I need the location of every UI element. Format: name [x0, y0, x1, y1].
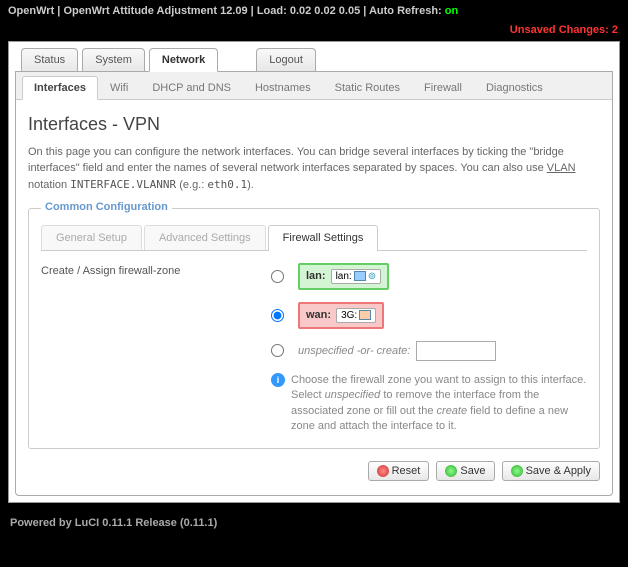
save-button[interactable]: Save	[436, 461, 494, 481]
firewall-zone-field: lan: lan:⊚ wan: 3G:	[271, 263, 587, 435]
zone-lan-radio[interactable]	[271, 270, 284, 283]
save-icon	[445, 465, 457, 477]
hint-text: Choose the firewall zone you want to ass…	[291, 373, 587, 435]
itab-firewall[interactable]: Firewall Settings	[268, 225, 379, 251]
subtab-firewall[interactable]: Firewall	[412, 76, 474, 99]
sub-tabs: Interfaces Wifi DHCP and DNS Hostnames S…	[16, 72, 612, 100]
itab-advanced[interactable]: Advanced Settings	[144, 225, 266, 250]
zone-hint: i Choose the firewall zone you want to a…	[271, 373, 587, 435]
subtitle: OpenWrt Attitude Adjustment 12.09	[63, 5, 247, 17]
subtab-wifi[interactable]: Wifi	[98, 76, 140, 99]
autorefresh-state[interactable]: on	[445, 5, 458, 17]
zone-wan-radio[interactable]	[271, 309, 284, 322]
zone-wan-box: wan: 3G:	[298, 302, 384, 329]
action-bar: Reset Save Save & Apply	[28, 461, 600, 481]
zone-wan-badge: 3G:	[336, 308, 376, 323]
zone-unspec-row[interactable]: unspecified -or- create:	[271, 341, 587, 361]
tab-logout[interactable]: Logout	[256, 48, 316, 72]
main-tabs: Status System Network Logout	[15, 48, 613, 72]
zone-lan-name: lan:	[306, 270, 326, 282]
subtab-static[interactable]: Static Routes	[323, 76, 412, 99]
header-bar: OpenWrt | OpenWrt Attitude Adjustment 12…	[0, 0, 628, 22]
zone-lan-box: lan: lan:⊚	[298, 263, 389, 290]
tab-status[interactable]: Status	[21, 48, 78, 72]
page-title: Interfaces - VPN	[28, 114, 600, 135]
brand: OpenWrt	[8, 5, 54, 17]
autorefresh-label: Auto Refresh:	[369, 5, 442, 17]
reset-button[interactable]: Reset	[368, 461, 430, 481]
tab-network[interactable]: Network	[149, 48, 218, 72]
load-label: Load:	[257, 5, 287, 17]
zone-wan-row[interactable]: wan: 3G:	[271, 302, 587, 329]
wan-3g-icon	[359, 310, 371, 320]
fieldset-legend: Common Configuration	[41, 201, 172, 213]
main-container: Status System Network Logout Interfaces …	[8, 41, 620, 503]
subtab-container: Interfaces Wifi DHCP and DNS Hostnames S…	[15, 71, 613, 496]
subtab-diagnostics[interactable]: Diagnostics	[474, 76, 555, 99]
content: Interfaces - VPN On this page you can co…	[16, 100, 612, 495]
zone-wan-name: wan:	[306, 309, 331, 321]
zone-create-input[interactable]	[416, 341, 496, 361]
firewall-zone-row: Create / Assign firewall-zone lan: lan:⊚	[41, 251, 587, 435]
lan-port-icon	[354, 271, 366, 281]
zone-unspec-radio[interactable]	[271, 344, 284, 357]
zone-lan-row[interactable]: lan: lan:⊚	[271, 263, 587, 290]
zone-unspec-label: unspecified -or- create:	[298, 345, 410, 357]
subtab-interfaces[interactable]: Interfaces	[22, 76, 98, 100]
itab-general[interactable]: General Setup	[41, 225, 142, 250]
subtab-hostnames[interactable]: Hostnames	[243, 76, 323, 99]
reset-icon	[377, 465, 389, 477]
page-description: On this page you can configure the netwo…	[28, 145, 600, 194]
common-config-fieldset: Common Configuration General Setup Advan…	[28, 208, 600, 450]
save-apply-icon	[511, 465, 523, 477]
save-apply-button[interactable]: Save & Apply	[502, 461, 600, 481]
unsaved-changes[interactable]: Unsaved Changes: 2	[0, 22, 628, 41]
inner-tabs: General Setup Advanced Settings Firewall…	[41, 225, 587, 251]
load-values: 0.02 0.02 0.05	[290, 5, 360, 17]
tab-system[interactable]: System	[82, 48, 145, 72]
subtab-dhcp[interactable]: DHCP and DNS	[140, 76, 243, 99]
firewall-zone-label: Create / Assign firewall-zone	[41, 263, 271, 435]
footer: Powered by LuCI 0.11.1 Release (0.11.1)	[0, 511, 628, 539]
info-icon: i	[271, 373, 285, 387]
zone-lan-badge: lan:⊚	[331, 269, 382, 284]
